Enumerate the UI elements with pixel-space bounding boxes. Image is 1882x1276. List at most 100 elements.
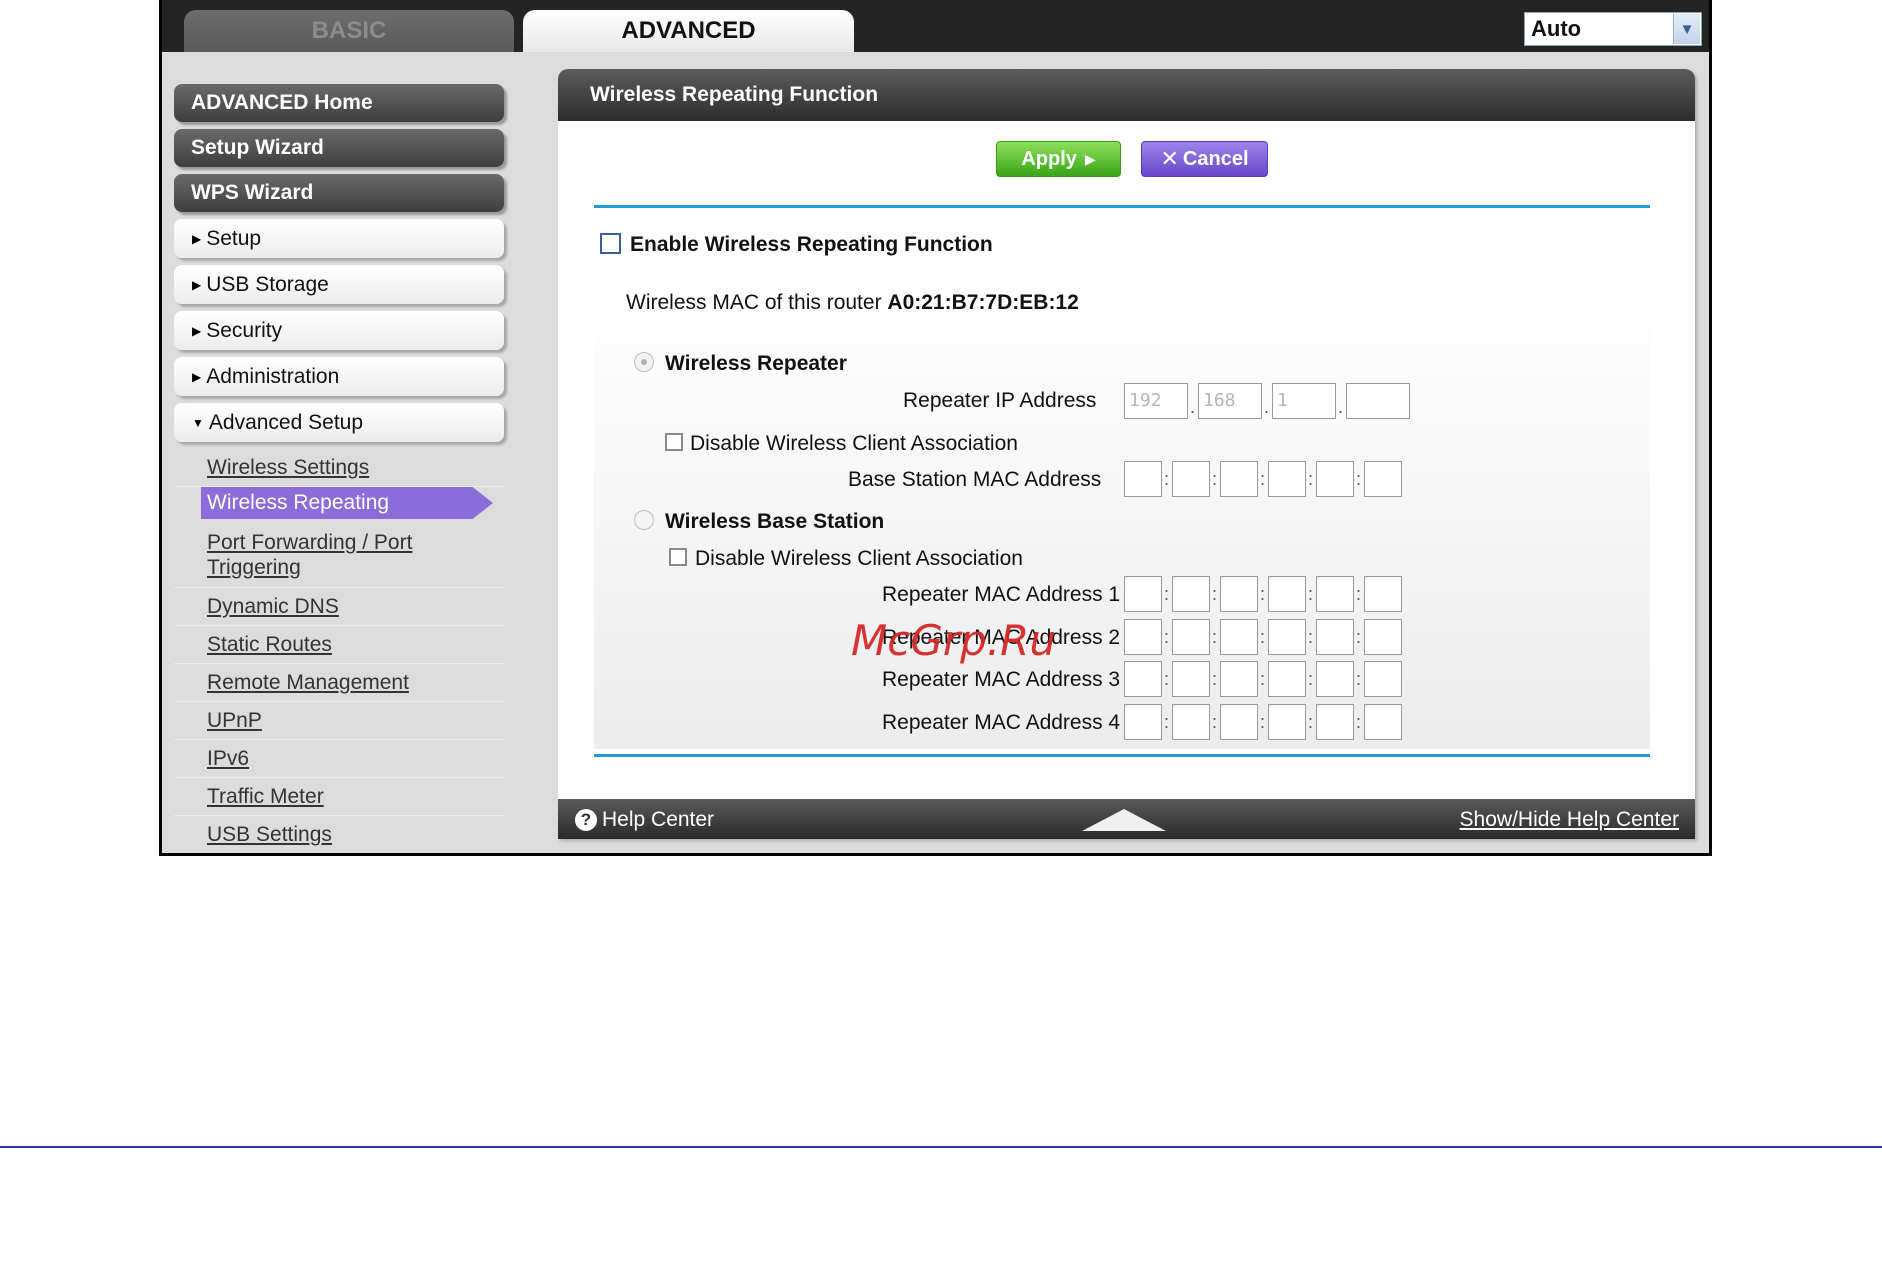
wireless-repeater-radio[interactable] <box>634 352 654 372</box>
mac-colon: : <box>1212 669 1218 689</box>
mac-octet-input[interactable] <box>1268 704 1306 740</box>
sidebar-item-label: Setup <box>206 226 262 250</box>
base-disable-assoc-checkbox[interactable] <box>669 548 687 566</box>
mac-octet-input[interactable] <box>1364 461 1402 497</box>
mac-octet-input[interactable] <box>1172 576 1210 612</box>
base-mac-label: Base Station MAC Address <box>848 468 1102 491</box>
chevron-down-icon[interactable]: ▼ <box>1673 14 1700 44</box>
play-arrow-icon: ▶ <box>1084 150 1096 167</box>
sidebar-wps-wizard[interactable]: WPS Wizard <box>174 174 504 212</box>
help-center-label: Help Center <box>602 808 715 831</box>
page-bottom-rule <box>0 1146 1882 1148</box>
router-mac-label: Wireless MAC of this router <box>626 291 882 314</box>
repeater-ip-octet-2[interactable]: 168 <box>1198 383 1262 419</box>
language-select[interactable]: Auto ▼ <box>1524 12 1702 46</box>
sidebar-item-label: Advanced Setup <box>208 410 364 434</box>
mac-octet-input[interactable] <box>1220 576 1258 612</box>
mac-colon: : <box>1308 469 1314 489</box>
mac-octet-input[interactable] <box>1316 661 1354 697</box>
expand-arrow-icon[interactable] <box>1082 809 1166 831</box>
repeater-mac-4-label: Repeater MAC Address 4 <box>882 711 1121 734</box>
mac-colon: : <box>1164 584 1170 604</box>
mac-colon: : <box>1212 469 1218 489</box>
ip-dot: . <box>1338 397 1344 417</box>
mac-octet-input[interactable] <box>1220 461 1258 497</box>
mac-octet-input[interactable] <box>1268 661 1306 697</box>
router-admin-window: BASIC ADVANCED Auto ▼ ADVANCED Home Setu… <box>159 0 1712 856</box>
mac-octet-input[interactable] <box>1316 576 1354 612</box>
submenu-upnp[interactable]: UPnP <box>174 702 504 740</box>
apply-button[interactable]: Apply ▶ <box>996 141 1121 177</box>
mac-octet-input[interactable] <box>1268 619 1306 655</box>
cancel-button-label: Cancel <box>1182 147 1249 170</box>
main-panel: Wireless Repeating Function Apply ▶ ✕ Ca… <box>558 69 1695 839</box>
mac-octet-input[interactable] <box>1172 704 1210 740</box>
submenu-static-routes[interactable]: Static Routes <box>174 626 504 664</box>
submenu-port-forwarding-line2: Triggering <box>207 556 301 579</box>
repeater-ip-label: Repeater IP Address <box>903 389 1097 412</box>
apply-button-label: Apply <box>1021 147 1077 170</box>
mac-octet-input[interactable] <box>1220 704 1258 740</box>
repeater-disable-assoc-checkbox[interactable] <box>665 433 683 451</box>
mac-octet-input[interactable] <box>1316 461 1354 497</box>
sidebar-item-administration[interactable]: ▶ Administration <box>174 357 504 396</box>
mac-octet-input[interactable] <box>1364 704 1402 740</box>
mac-octet-input[interactable] <box>1124 661 1162 697</box>
help-icon[interactable]: ? <box>575 809 597 831</box>
mac-octet-input[interactable] <box>1364 619 1402 655</box>
sidebar-item-advanced-setup[interactable]: ▼ Advanced Setup <box>174 403 504 442</box>
mac-octet-input[interactable] <box>1124 704 1162 740</box>
mac-octet-input[interactable] <box>1124 461 1162 497</box>
sidebar-advanced-home[interactable]: ADVANCED Home <box>174 84 504 122</box>
tab-basic[interactable]: BASIC <box>184 10 514 52</box>
sidebar-setup-wizard[interactable]: Setup Wizard <box>174 129 504 167</box>
mac-colon: : <box>1356 627 1362 647</box>
wireless-base-station-label: Wireless Base Station <box>665 510 885 533</box>
repeater-disable-assoc-label: Disable Wireless Client Association <box>690 432 1018 455</box>
ip-dot: . <box>1264 397 1270 417</box>
submenu-wireless-settings[interactable]: Wireless Settings <box>174 449 504 487</box>
repeater-ip-octet-4[interactable] <box>1346 383 1410 419</box>
mac-colon: : <box>1260 469 1266 489</box>
mac-colon: : <box>1308 669 1314 689</box>
mac-octet-input[interactable] <box>1316 619 1354 655</box>
repeater-ip-octet-3[interactable]: 1 <box>1272 383 1336 419</box>
mac-octet-input[interactable] <box>1172 619 1210 655</box>
base-disable-assoc-label: Disable Wireless Client Association <box>695 547 1023 570</box>
sidebar-item-usb-storage[interactable]: ▶ USB Storage <box>174 265 504 304</box>
sidebar-item-setup[interactable]: ▶ Setup <box>174 219 504 258</box>
submenu-wireless-repeating[interactable]: Wireless Repeating <box>201 487 493 519</box>
mac-colon: : <box>1356 712 1362 732</box>
mac-octet-input[interactable] <box>1268 461 1306 497</box>
mac-colon: : <box>1356 584 1362 604</box>
mac-octet-input[interactable] <box>1364 576 1402 612</box>
show-hide-help-link[interactable]: Show/Hide Help Center <box>1460 808 1679 832</box>
submenu-ipv6[interactable]: IPv6 <box>174 740 504 778</box>
sidebar-item-label: USB Storage <box>206 272 329 296</box>
mac-octet-input[interactable] <box>1172 461 1210 497</box>
mac-octet-input[interactable] <box>1124 576 1162 612</box>
enable-repeating-checkbox[interactable] <box>600 233 621 254</box>
submenu-port-forwarding-line1: Port Forwarding / Port <box>207 531 413 554</box>
tab-advanced[interactable]: ADVANCED <box>523 10 854 52</box>
repeater-ip-octet-1[interactable]: 192 <box>1124 383 1188 419</box>
mac-octet-input[interactable] <box>1220 661 1258 697</box>
submenu-port-forwarding[interactable]: Port Forwarding / Port Triggering <box>174 525 504 588</box>
mac-octet-input[interactable] <box>1124 619 1162 655</box>
router-mac-row: Wireless MAC of this router A0:21:B7:7D:… <box>626 291 1079 315</box>
wireless-base-station-radio[interactable] <box>634 510 654 530</box>
sidebar-item-security[interactable]: ▶ Security <box>174 311 504 350</box>
submenu-usb-settings[interactable]: USB Settings <box>174 816 504 853</box>
mac-octet-input[interactable] <box>1172 661 1210 697</box>
mac-colon: : <box>1164 712 1170 732</box>
cancel-button[interactable]: ✕ Cancel <box>1141 141 1268 177</box>
mac-octet-input[interactable] <box>1268 576 1306 612</box>
mac-octet-input[interactable] <box>1220 619 1258 655</box>
mac-octet-input[interactable] <box>1364 661 1402 697</box>
ip-dot: . <box>1190 397 1196 417</box>
submenu-traffic-meter[interactable]: Traffic Meter <box>174 778 504 816</box>
submenu-dynamic-dns[interactable]: Dynamic DNS <box>174 588 504 626</box>
mac-octet-input[interactable] <box>1316 704 1354 740</box>
mac-colon: : <box>1164 669 1170 689</box>
submenu-remote-management[interactable]: Remote Management <box>174 664 504 702</box>
